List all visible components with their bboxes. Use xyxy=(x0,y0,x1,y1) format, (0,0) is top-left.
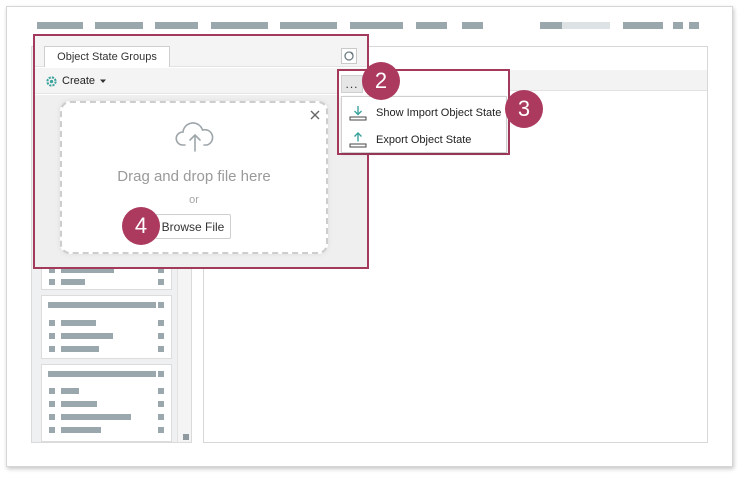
create-label: Create xyxy=(62,75,96,87)
more-actions-button[interactable]: ... xyxy=(341,75,363,93)
close-icon xyxy=(310,110,320,120)
menu-placeholder[interactable] xyxy=(37,22,83,29)
header-placeholder xyxy=(540,22,562,29)
header-placeholder xyxy=(689,22,699,29)
list-card[interactable] xyxy=(41,364,172,442)
more-actions-menu: Show Import Object State Export Object S… xyxy=(341,96,507,153)
menu-placeholder[interactable] xyxy=(350,22,403,29)
header-placeholder xyxy=(562,22,610,29)
menu-placeholder[interactable] xyxy=(416,22,447,29)
menu-item-label: Show Import Object State xyxy=(376,107,502,119)
close-dropzone-button[interactable] xyxy=(306,106,324,124)
step-callout: 3 xyxy=(505,90,543,128)
menu-item-export[interactable]: Export Object State xyxy=(342,127,506,153)
header-placeholder xyxy=(673,22,683,29)
step-callout: 4 xyxy=(122,207,160,245)
refresh-icon xyxy=(344,51,354,61)
step-callout: 2 xyxy=(362,62,400,100)
caret-down-icon xyxy=(100,79,107,83)
menu-placeholder[interactable] xyxy=(95,22,143,29)
list-card[interactable] xyxy=(41,295,172,359)
dropzone-instruction: Drag and drop file here xyxy=(117,168,271,185)
menu-placeholder[interactable] xyxy=(155,22,198,29)
tab-object-state-groups[interactable]: Object State Groups xyxy=(44,46,170,67)
dropzone-or: or xyxy=(189,194,199,206)
menu-item-show-import[interactable]: Show Import Object State xyxy=(342,100,506,126)
download-icon xyxy=(349,106,367,121)
menu-item-label: Export Object State xyxy=(376,134,472,146)
upload-icon xyxy=(349,132,367,148)
header-placeholder xyxy=(623,22,663,29)
menu-placeholder[interactable] xyxy=(462,22,483,29)
menu-placeholder[interactable] xyxy=(211,22,268,29)
browse-file-button[interactable]: Browse File xyxy=(155,214,231,239)
refresh-button[interactable] xyxy=(341,48,357,64)
menu-placeholder[interactable] xyxy=(280,22,337,29)
cloud-upload-icon xyxy=(175,122,214,152)
gear-icon xyxy=(46,75,57,87)
create-button[interactable]: Create xyxy=(45,72,107,90)
